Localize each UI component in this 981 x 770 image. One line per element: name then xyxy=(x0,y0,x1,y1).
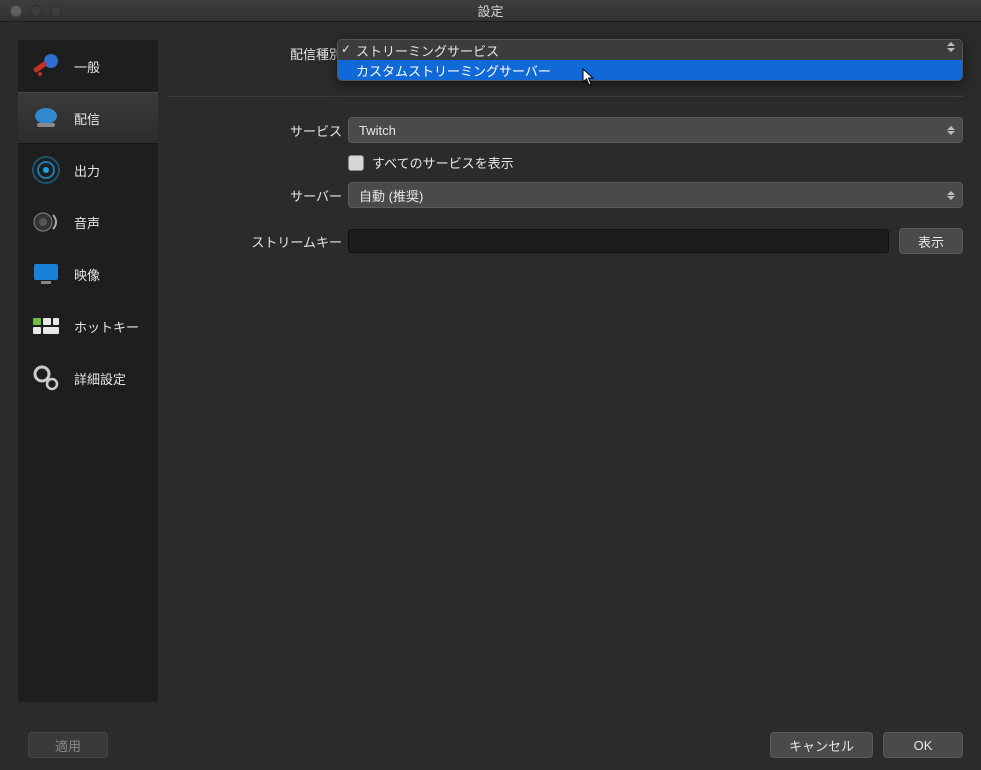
service-select[interactable]: Twitch xyxy=(348,117,963,143)
sidebar-item-label: ホットキー xyxy=(74,317,139,336)
server-select[interactable]: 自動 (推奨) xyxy=(348,182,963,208)
sidebar-item-label: 配信 xyxy=(74,109,100,128)
select-stepper-icon xyxy=(944,121,958,139)
show-all-services-label: すべてのサービスを表示 xyxy=(372,153,514,172)
sidebar-item-label: 音声 xyxy=(74,213,100,232)
globe-icon xyxy=(28,100,64,136)
dropdown-option-label: ストリーミングサービス xyxy=(356,41,499,60)
settings-panel: 配信種別 ✓ ストリーミングサービス カスタムストリーミングサーバー xyxy=(158,22,981,720)
content-area: 一般 配信 出力 xyxy=(0,22,981,720)
dropdown-option-custom-server[interactable]: カスタムストリーミングサーバー xyxy=(338,60,962,80)
server-label: サーバー xyxy=(168,186,348,205)
apply-button[interactable]: 適用 xyxy=(28,732,108,758)
monitor-icon xyxy=(28,256,64,292)
apply-button-label: 適用 xyxy=(55,736,81,755)
sidebar-item-stream[interactable]: 配信 xyxy=(18,92,158,144)
service-value: Twitch xyxy=(359,123,396,138)
select-stepper-icon xyxy=(944,186,958,204)
wrench-icon xyxy=(28,48,64,84)
cancel-button[interactable]: キャンセル xyxy=(770,732,873,758)
broadcast-icon xyxy=(28,152,64,188)
sidebar-item-video[interactable]: 映像 xyxy=(18,248,158,300)
dropdown-option-label: カスタムストリーミングサーバー xyxy=(356,61,551,80)
dropdown-option-streaming-service[interactable]: ✓ ストリーミングサービス xyxy=(338,40,962,60)
sidebar-item-hotkeys[interactable]: ホットキー xyxy=(18,300,158,352)
sidebar-item-label: 詳細設定 xyxy=(74,369,126,388)
check-icon: ✓ xyxy=(341,42,351,56)
sidebar-item-output[interactable]: 出力 xyxy=(18,144,158,196)
streamkey-input[interactable] xyxy=(348,229,889,253)
sidebar-item-general[interactable]: 一般 xyxy=(18,40,158,92)
keyboard-icon xyxy=(28,308,64,344)
sidebar-item-label: 出力 xyxy=(74,161,100,180)
sidebar-item-label: 一般 xyxy=(74,57,100,76)
gears-icon xyxy=(28,360,64,396)
select-stepper-icon xyxy=(944,42,958,52)
show-button-label: 表示 xyxy=(918,232,944,251)
window-title: 設定 xyxy=(0,1,981,20)
sidebar-item-advanced[interactable]: 詳細設定 xyxy=(18,352,158,404)
ok-button-label: OK xyxy=(914,738,933,753)
speaker-icon xyxy=(28,204,64,240)
stream-type-label: 配信種別 xyxy=(168,44,348,63)
divider xyxy=(168,96,963,97)
stream-type-dropdown[interactable]: ✓ ストリーミングサービス カスタムストリーミングサーバー xyxy=(337,39,963,81)
titlebar: 設定 xyxy=(0,0,981,22)
streamkey-label: ストリームキー xyxy=(168,232,348,251)
ok-button[interactable]: OK xyxy=(883,732,963,758)
server-value: 自動 (推奨) xyxy=(359,186,423,205)
show-streamkey-button[interactable]: 表示 xyxy=(899,228,963,254)
service-label: サービス xyxy=(168,121,348,140)
show-all-services-checkbox[interactable] xyxy=(348,155,364,171)
sidebar-item-label: 映像 xyxy=(74,265,100,284)
footer: 適用 キャンセル OK xyxy=(0,720,981,770)
settings-sidebar: 一般 配信 出力 xyxy=(18,40,158,702)
cancel-button-label: キャンセル xyxy=(789,736,854,755)
sidebar-item-audio[interactable]: 音声 xyxy=(18,196,158,248)
